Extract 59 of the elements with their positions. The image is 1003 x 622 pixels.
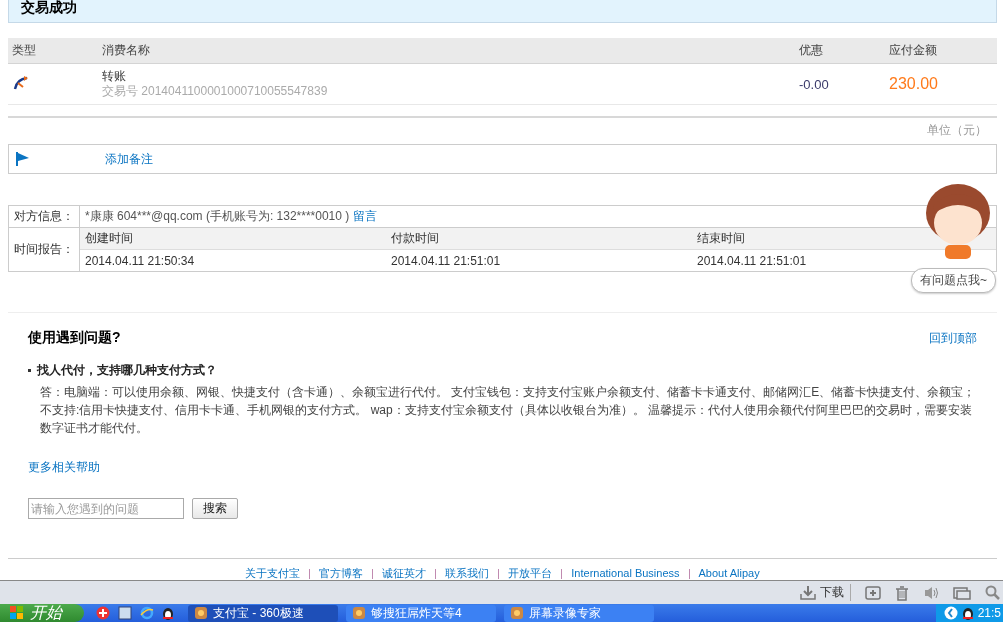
footer-link[interactable]: 关于支付宝 <box>245 567 301 579</box>
faq-question: 找人代付，支持哪几种支付方式？ <box>37 362 217 379</box>
start-button[interactable]: 开始 <box>0 604 84 622</box>
trade-number: 交易号 2014041100001000710055547839 <box>102 84 329 99</box>
payable-amount: 230.00 <box>889 75 938 92</box>
trash-icon[interactable] <box>895 584 909 601</box>
speaker-icon[interactable] <box>923 584 939 601</box>
shield-icon[interactable] <box>96 606 110 620</box>
taskbar-button[interactable]: 支付宝 - 360极速 <box>188 604 338 622</box>
window-icon[interactable] <box>953 584 971 601</box>
flag-icon <box>16 152 30 166</box>
column-header: 付款时间 <box>391 230 440 247</box>
table-cell-text: 2014.04.11 21:51:01 <box>697 253 808 268</box>
column-header: 消费名称 <box>101 42 151 59</box>
download-icon <box>800 585 816 600</box>
help-title: 使用遇到问题? <box>28 329 121 347</box>
app-icon <box>352 606 366 620</box>
footer-link[interactable]: 诚征英才 <box>382 567 427 579</box>
penguin-icon[interactable] <box>961 606 974 620</box>
footer-link[interactable]: International Business <box>571 567 680 579</box>
transfer-icon <box>12 73 30 92</box>
column-header: 创建时间 <box>85 230 134 247</box>
app-icon <box>510 606 524 620</box>
help-bubble[interactable]: 有问题点我~ <box>911 268 996 293</box>
search-button[interactable]: 搜索 <box>192 498 238 519</box>
faq-answer: 答：电脑端：可以使用余额、网银、快捷支付（含卡通）、余额宝进行代付。 支付宝钱包：支持支付宝账户余额支付、储蓄卡卡通支付、邮储网汇E、储蓄卡快捷支付、余额宝；不支持:信用卡快捷支付、信用卡卡通、手机网银的支付方式。 wap：支持支付宝余额支付（具体以收银台为准）。 温馨提示：代付人使用余额代付阿里巴巴的交易时，需要安装数字证书才能代付。 <box>40 384 977 437</box>
browser-icon[interactable] <box>140 606 154 620</box>
taskbar-button[interactable]: 屏幕录像专家 <box>504 604 654 622</box>
add-note-link[interactable]: 添加备注 <box>105 150 153 168</box>
windows-logo-icon <box>10 606 24 620</box>
column-header: 优惠 <box>798 42 824 59</box>
table-cell-text: 2014.04.11 21:50:34 <box>85 253 196 268</box>
field-label: 时间报告： <box>14 241 74 258</box>
footer-link[interactable]: About Alipay <box>698 567 760 579</box>
taskbar-button[interactable]: 够搜狂屌炸天等4 <box>346 604 496 622</box>
footer-link[interactable]: 官方博客 <box>319 567 364 579</box>
footer-link[interactable]: 开放平台 <box>508 567 553 579</box>
item-name: 转账 <box>102 69 127 84</box>
column-header: 应付金额 <box>888 42 938 59</box>
app-icon <box>194 606 208 620</box>
clock: 21:5 <box>977 606 1001 620</box>
search-field[interactable]: 请输入您遇到的问题 <box>28 498 184 519</box>
message-link[interactable]: 留言 <box>353 208 378 225</box>
bullet-icon <box>28 369 31 372</box>
discount-amount: -0.00 <box>799 76 829 92</box>
field-label: 对方信息： <box>14 208 74 225</box>
footer-link[interactable]: 联系我们 <box>445 567 490 579</box>
status-title: 交易成功 <box>20 0 78 14</box>
more-help-link[interactable]: 更多相关帮助 <box>28 459 977 476</box>
counterparty-info: *康康 604***@qq.com (手机账号为: 132****0010 ) <box>85 208 350 225</box>
add-icon[interactable] <box>865 584 881 601</box>
table-cell-text: 2014.04.11 21:51:01 <box>391 253 502 268</box>
column-header: 类型 <box>11 42 37 59</box>
unit-label: 单位（元） <box>927 123 987 137</box>
penguin-icon[interactable] <box>162 606 174 620</box>
column-header: 结束时间 <box>697 230 746 247</box>
download-button[interactable]: 下载 <box>800 584 851 601</box>
zoom-icon[interactable] <box>985 584 1001 601</box>
back-to-top-link[interactable]: 回到顶部 <box>929 329 977 347</box>
